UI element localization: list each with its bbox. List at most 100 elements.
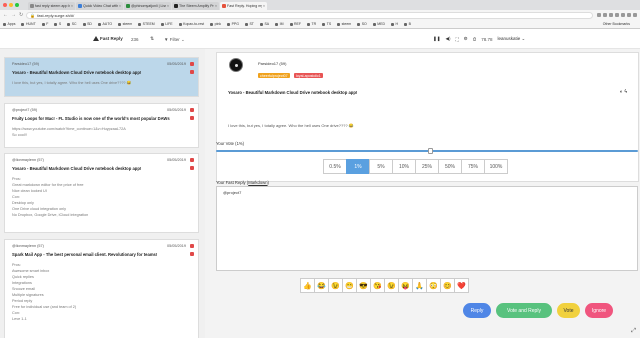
vote-preset-button[interactable]: 0.5%: [323, 159, 347, 174]
bookmark-item[interactable]: STEEM: [138, 22, 155, 26]
extension-icon[interactable]: [621, 13, 625, 17]
forward-icon[interactable]: →: [11, 12, 16, 18]
post-author[interactable]: Parsideo17 (59): [258, 61, 286, 66]
bookmark-item[interactable]: pink: [210, 22, 221, 26]
vote-preset-button[interactable]: 75%: [461, 159, 485, 174]
browser-tab[interactable]: Quick Video Chat with @maso×: [76, 2, 123, 10]
bookmark-item[interactable]: REF: [289, 22, 301, 26]
bookmark-item[interactable]: SC: [67, 22, 77, 26]
bookmark-item[interactable]: SA: [259, 22, 269, 26]
sound-icon[interactable]: ◀): [446, 36, 451, 42]
vote-preset-button[interactable]: 100%: [484, 159, 508, 174]
menu-icon[interactable]: [633, 13, 637, 17]
pause-icon[interactable]: ❚❚: [433, 36, 441, 42]
bookmark-item[interactable]: ST: [244, 22, 254, 26]
emoji-button[interactable]: 😎: [356, 278, 371, 293]
remove-icon[interactable]: [190, 116, 194, 120]
other-bookmarks[interactable]: Other Bookmarks: [603, 22, 630, 26]
bookmark-item[interactable]: S: [54, 22, 61, 26]
bookmark-item[interactable]: B: [404, 22, 411, 26]
avatar[interactable]: [229, 58, 243, 72]
list-item[interactable]: @lionmaylenn (57) 05/05/2019 Spark Mail …: [4, 239, 199, 338]
remove-icon[interactable]: [190, 166, 194, 170]
post-actions: ◐ ϟ: [620, 89, 627, 95]
markdown-link[interactable]: Markdown: [248, 180, 267, 185]
reply-button[interactable]: Reply: [463, 303, 491, 318]
reply-textarea[interactable]: @project7: [216, 186, 638, 271]
user-dropdown[interactable]: leanuskatie ⌄: [498, 36, 526, 42]
list-item[interactable]: @project7 (59) 05/05/2019 Fruity Loops f…: [4, 103, 199, 148]
profile-icon[interactable]: [627, 13, 631, 17]
filter-dropdown[interactable]: ▼ Filter ⌄: [164, 37, 185, 43]
close-tab-icon[interactable]: ×: [71, 4, 73, 8]
vote-preset-button[interactable]: 5%: [369, 159, 393, 174]
vote-preset-button[interactable]: 10%: [392, 159, 416, 174]
bookmark-icon: [210, 22, 214, 26]
maximize-window-button[interactable]: [15, 3, 19, 7]
bookmark-item[interactable]: steem: [118, 22, 132, 26]
emoji-button[interactable]: 👍: [300, 278, 315, 293]
bookmark-item[interactable]: SO: [357, 22, 367, 26]
vote-slider[interactable]: [216, 148, 638, 154]
emoji-button[interactable]: 😂: [314, 278, 329, 293]
emoji-button[interactable]: 😝: [398, 278, 413, 293]
extension-icon[interactable]: [615, 13, 619, 17]
close-tab-icon[interactable]: ×: [167, 4, 169, 8]
bookmark-item[interactable]: AUTO: [97, 22, 112, 26]
vote-preset-button[interactable]: 25%: [415, 159, 439, 174]
list-item[interactable]: Parsideo17 (59) 05/05/2019 Yosaro - Beau…: [4, 57, 199, 97]
vote-and-reply-button[interactable]: Vote and Reply: [496, 303, 552, 318]
back-icon[interactable]: ←: [3, 12, 8, 18]
sort-icon[interactable]: ⇅: [150, 36, 154, 42]
bookmark-item[interactable]: LIFE: [160, 22, 173, 26]
close-tab-icon[interactable]: ×: [215, 4, 217, 8]
bookmark-item[interactable]: MED: [372, 22, 385, 26]
close-tab-icon[interactable]: ×: [263, 4, 265, 8]
bookmark-item[interactable]: TS: [322, 22, 331, 26]
vote-preset-button[interactable]: 50%: [438, 159, 462, 174]
vote-button[interactable]: Vote: [557, 303, 580, 318]
emoji-button[interactable]: 😁: [342, 278, 357, 293]
emoji-button[interactable]: 😉: [328, 278, 343, 293]
window-controls[interactable]: [3, 3, 19, 7]
emoji-button[interactable]: 😉: [384, 278, 399, 293]
slider-handle[interactable]: [428, 148, 434, 154]
extension-icon[interactable]: [603, 13, 607, 17]
bookmark-star-icon[interactable]: [597, 13, 601, 17]
bookmark-item[interactable]: HUNT: [21, 22, 36, 26]
list-item[interactable]: @lionmaylenn (57) 05/05/2019 Yosaro - Be…: [4, 153, 199, 233]
bookmark-item[interactable]: F: [41, 22, 48, 26]
bookmark-item[interactable]: Apps: [3, 22, 15, 26]
emoji-button[interactable]: 😘: [370, 278, 385, 293]
bookmark-item[interactable]: SD: [82, 22, 92, 26]
extension-icon[interactable]: [609, 13, 613, 17]
bookmark-item[interactable]: Kopax-to-rest: [178, 22, 204, 26]
bookmark-item[interactable]: PPG: [227, 22, 239, 26]
browser-tab[interactable]: @phinomyatjonli | Lissinwa×: [124, 2, 171, 10]
lightning-icon[interactable]: ϟ: [624, 89, 627, 95]
post-title[interactable]: Yosaro - Beautiful Markdown Cloud Drive …: [228, 90, 357, 95]
close-tab-icon[interactable]: ×: [119, 4, 121, 8]
browser-tab-active[interactable]: Fast Reply. Hoping my mars×: [220, 2, 267, 10]
fullscreen-icon[interactable]: ⛶: [456, 37, 459, 42]
emoji-button[interactable]: 😳: [426, 278, 441, 293]
settings-icon[interactable]: ⚙: [464, 36, 468, 42]
emoji-button[interactable]: 🙏: [412, 278, 427, 293]
reload-icon[interactable]: ↻: [19, 12, 23, 18]
bookmark-item[interactable]: TR: [307, 22, 316, 26]
bookmark-item[interactable]: H: [391, 22, 398, 26]
url-field[interactable]: 🔒 fast-reply.surge.sh/#/: [26, 11, 593, 19]
ignore-button[interactable]: Ignore: [585, 303, 613, 318]
emoji-button[interactable]: ❤️: [454, 278, 469, 293]
emoji-button[interactable]: 😊: [440, 278, 455, 293]
close-window-button[interactable]: [3, 3, 7, 7]
expand-icon[interactable]: ⤢: [631, 328, 636, 335]
vote-preset-button[interactable]: 1%: [346, 159, 370, 174]
remove-icon[interactable]: [190, 70, 194, 74]
minimize-window-button[interactable]: [9, 3, 13, 7]
browser-tab[interactable]: The Steem Amplify Project ft×: [172, 2, 219, 10]
bookmark-item[interactable]: steem: [337, 22, 351, 26]
remove-icon[interactable]: [190, 252, 194, 256]
bookmark-item[interactable]: IM: [275, 22, 284, 26]
browser-tab[interactable]: fast reply steem app by @m×: [28, 2, 75, 10]
